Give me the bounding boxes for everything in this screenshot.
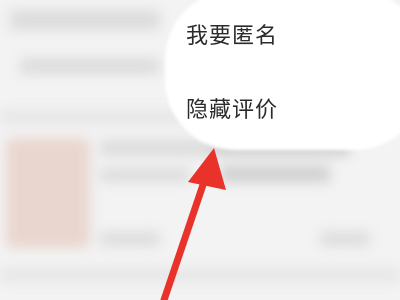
bg-product-thumbnail (6, 138, 90, 248)
bg-text-line (100, 168, 190, 182)
bg-top-bar (10, 10, 160, 30)
screen: 我要匿名 隐藏评价 (0, 0, 400, 300)
bg-text-line (100, 140, 210, 156)
menu-item-anonymous[interactable]: 我要匿名 (186, 18, 278, 50)
bg-divider (0, 268, 400, 282)
bg-price-line (320, 232, 370, 246)
menu-item-hide-review[interactable]: 隐藏评价 (186, 92, 278, 124)
bg-text-line (220, 166, 330, 182)
bg-line (20, 58, 160, 74)
bg-text-line (100, 232, 160, 246)
